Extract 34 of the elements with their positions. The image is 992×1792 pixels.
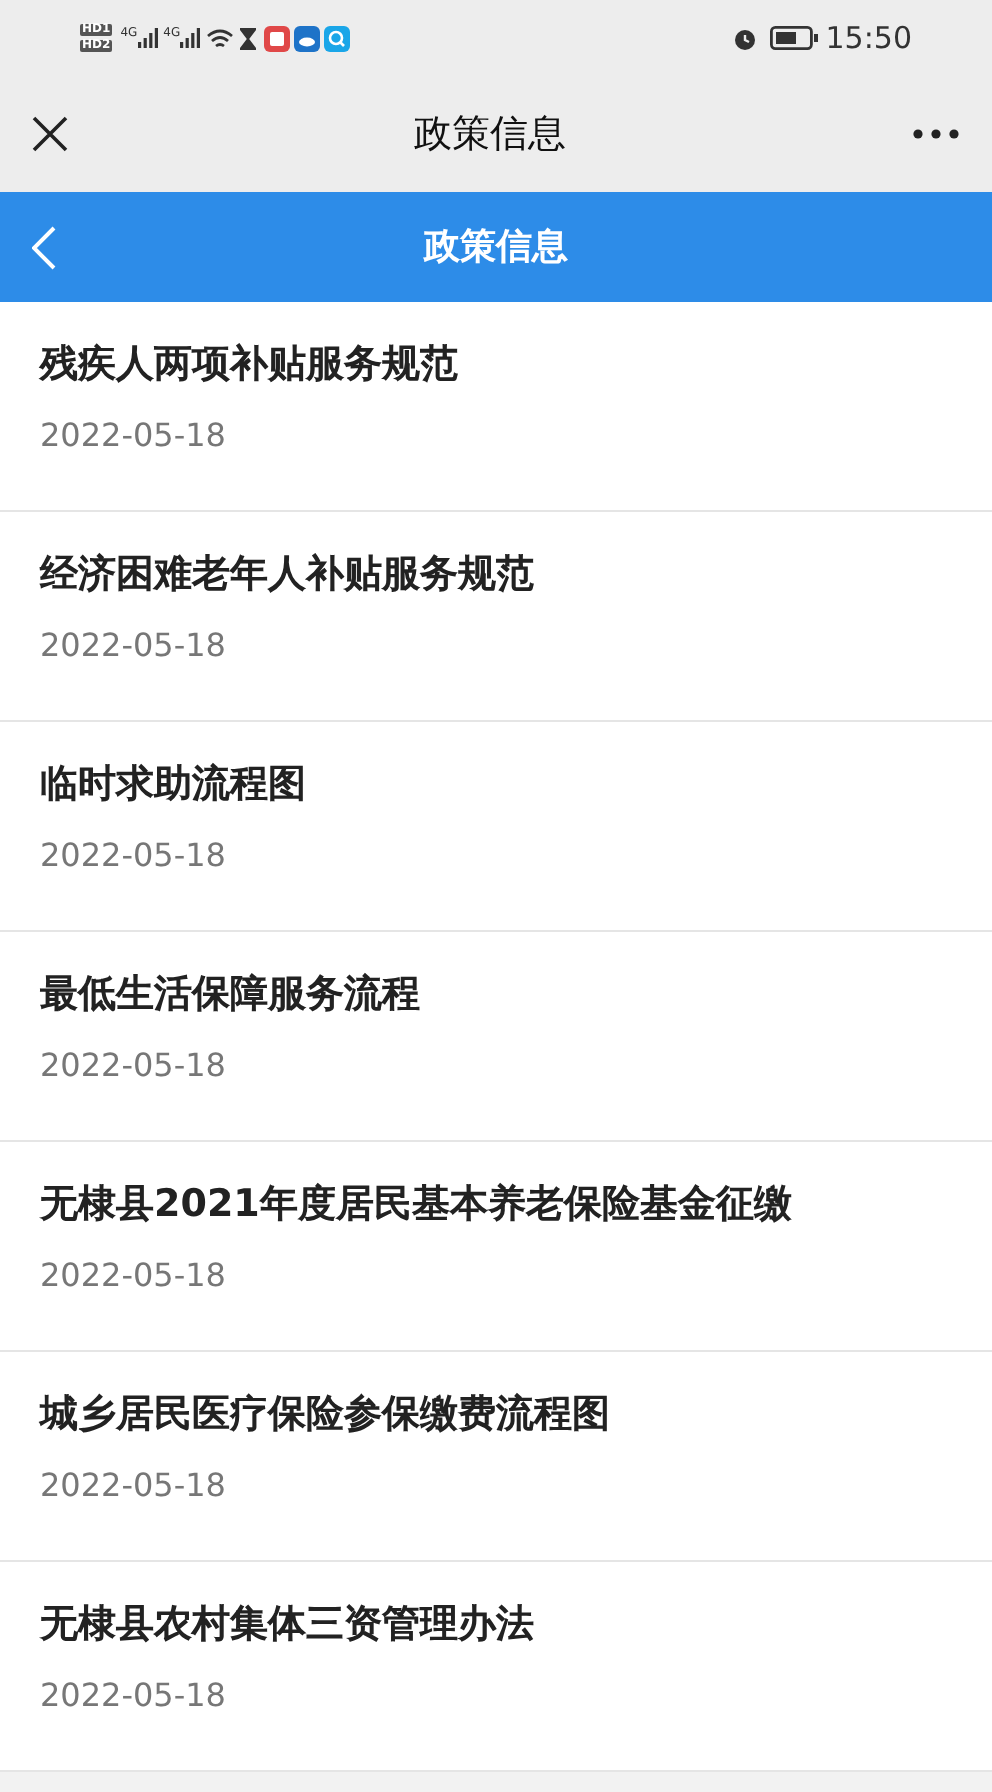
policy-date: 2022-05-18 [40, 1046, 228, 1086]
battery-icon [769, 26, 818, 50]
back-icon[interactable] [32, 225, 56, 269]
policy-item[interactable]: 最低生活保障服务流程 2022-05-18 [0, 932, 992, 1142]
policy-title: 最低生活保障服务流程 [40, 970, 422, 1020]
policy-item[interactable]: 城乡居民医疗保险参保缴费流程图 2022-05-18 [0, 1352, 992, 1562]
policy-item[interactable]: 经济困难老年人补贴服务规范 2022-05-18 [0, 512, 992, 722]
close-icon[interactable] [32, 116, 68, 152]
policy-title: 无棣县农村集体三资管理办法 [40, 1600, 536, 1650]
hourglass-icon [240, 27, 257, 49]
policy-item[interactable]: 无棣县农村集体三资管理办法 2022-05-18 [0, 1562, 992, 1772]
policy-title: 临时求助流程图 [40, 760, 308, 810]
page-title: 政策信息 [414, 109, 566, 160]
policy-date: 2022-05-18 [40, 416, 228, 456]
header-title: 政策信息 [424, 224, 568, 272]
policy-date: 2022-05-18 [40, 626, 228, 666]
policy-title: 残疾人两项补贴服务规范 [40, 340, 460, 390]
policy-date: 2022-05-18 [40, 1466, 228, 1506]
search-app-icon [324, 25, 351, 51]
signal-icon [180, 28, 201, 48]
policy-date: 2022-05-18 [40, 1256, 228, 1296]
signal-icon [137, 28, 158, 48]
policy-item[interactable]: 无棣县2021年度居民基本养老保险基金征缴 2022-05-18 [0, 1142, 992, 1352]
policy-title: 无棣县2021年度居民基本养老保险基金征缴 [40, 1180, 794, 1230]
policy-item[interactable]: 临时求助流程图 2022-05-18 [0, 722, 992, 932]
policy-item[interactable]: 残疾人两项补贴服务规范 2022-05-18 [0, 302, 992, 512]
policy-date: 2022-05-18 [40, 836, 228, 876]
policy-date: 2022-05-18 [40, 1676, 228, 1716]
policy-title: 城乡居民医疗保险参保缴费流程图 [40, 1390, 612, 1440]
policy-title: 经济困难老年人补贴服务规范 [40, 550, 536, 600]
status-time: 15:50 [825, 17, 912, 60]
alarm-icon [731, 25, 758, 51]
wifi-icon [206, 27, 235, 49]
more-icon[interactable] [912, 128, 960, 140]
